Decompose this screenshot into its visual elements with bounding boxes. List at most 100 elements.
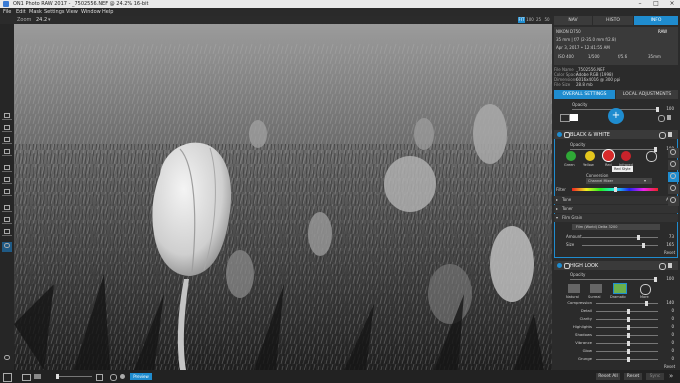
transform-tool-icon[interactable] [2,124,12,134]
lock-icon[interactable] [560,114,570,122]
look-reset-button[interactable]: Reset [664,364,675,369]
slider-knob[interactable] [627,317,630,322]
tab-overall-settings[interactable]: OVERALL SETTINGS [554,90,615,99]
bw-reset-button[interactable]: Reset [664,250,675,255]
look-opacity-slider[interactable] [570,277,657,282]
tone-subsection[interactable]: ▸ Tone Auto [554,196,678,204]
slider-knob[interactable] [644,301,648,306]
more-presets-icon[interactable] [640,284,651,295]
film-type-dropdown[interactable]: Film (World) Delta 3200 [572,224,660,230]
slider-knob[interactable] [627,325,630,330]
gear-icon[interactable] [2,354,12,364]
filter-hue-slider[interactable] [572,187,658,192]
slider-knob[interactable] [627,309,630,314]
gear-icon[interactable] [110,374,117,381]
reset-all-button[interactable]: Reset All [596,373,620,380]
gear-icon[interactable] [658,115,665,122]
preset-surreal-thumb[interactable] [590,284,602,293]
zoom-fit-button[interactable]: FIT [518,17,525,23]
eye-icon[interactable] [120,374,125,379]
menu-mask[interactable]: Mask [29,9,42,15]
effects-icon[interactable] [668,172,679,182]
zoom-50-button[interactable]: 50 [543,17,551,23]
more-presets-icon[interactable] [646,151,657,162]
masking-brush-icon[interactable] [2,148,12,158]
zoom-slider[interactable] [56,374,92,379]
zoom-25-button[interactable]: 25 [535,17,542,23]
tab-info[interactable]: INFO [634,16,678,25]
develop-icon[interactable] [668,160,679,170]
gear-icon[interactable] [659,132,666,139]
image-canvas[interactable] [14,24,552,370]
visibility-icon[interactable] [557,263,562,268]
tab-histo[interactable]: HISTO [593,16,633,25]
conversion-dropdown[interactable]: Channel Mixer [586,178,652,184]
crop-tool-icon[interactable] [2,112,12,122]
maximize-button[interactable]: □ [648,0,664,8]
add-filter-button[interactable]: + [608,108,624,124]
menu-window[interactable]: Window [81,9,101,15]
red-eye-tool-icon[interactable] [2,228,12,238]
filter-green-swatch[interactable] [566,151,576,161]
slider-knob[interactable] [627,341,630,346]
menu-help[interactable]: Help [102,9,113,15]
close-button[interactable]: × [664,0,680,8]
refine-brush-icon[interactable] [2,164,12,174]
sync-button[interactable]: Sync [646,373,664,380]
filter-yellow-swatch[interactable] [585,151,595,161]
slider-knob[interactable] [627,357,630,362]
look-slider[interactable] [596,309,658,314]
layers-icon[interactable] [668,184,679,194]
zoom-100-button[interactable]: 100 [526,17,534,23]
preset-dramatic-thumb[interactable] [613,283,627,294]
look-slider[interactable] [596,357,658,362]
tab-nav[interactable]: NAV [554,16,592,25]
tab-local-adjustments[interactable]: LOCAL ADJUSTMENTS [616,90,678,99]
filter-infrared-swatch[interactable] [621,151,631,161]
menu-edit[interactable]: Edit [16,9,26,15]
clone-stamp-icon[interactable] [2,216,12,226]
look-slider[interactable] [596,317,658,322]
look-section-header[interactable]: HIGH LOOK [554,261,678,270]
blur-tool-icon[interactable] [2,188,12,198]
toner-subsection[interactable]: ▸ Toner [554,205,678,213]
chisel-tool-icon[interactable] [2,176,12,186]
bw-opacity-slider[interactable] [570,147,657,152]
adjustable-gradient-icon[interactable] [2,136,12,146]
menu-file[interactable]: File [3,9,11,15]
look-slider[interactable] [596,341,658,346]
menu-settings[interactable]: Settings [44,9,65,15]
trash-icon[interactable] [667,115,671,120]
resize-icon[interactable] [668,196,679,206]
preset-natural-thumb[interactable] [568,284,580,293]
trash-icon[interactable] [668,263,672,268]
expand-icon[interactable] [3,373,12,382]
fit-icon[interactable] [96,374,103,381]
panel-toggle-icon[interactable]: » [669,372,677,380]
look-slider[interactable] [596,333,658,338]
menu-view[interactable]: View [66,9,78,15]
look-slider[interactable] [596,301,658,306]
slider-knob[interactable] [627,349,630,354]
visibility-icon[interactable] [557,132,562,137]
preview-button[interactable]: Preview [130,373,152,380]
reset-button[interactable]: Reset [624,373,642,380]
browse-icon[interactable] [668,148,679,158]
compare-icon[interactable] [22,374,31,381]
film-grain-subsection[interactable]: ▾ Film Grain [554,214,678,222]
zoom-value[interactable]: 24.2 [36,17,47,23]
filter-red-swatch[interactable] [602,149,615,162]
chevron-down-icon[interactable]: ▾ [48,17,51,23]
mask-thumbnail[interactable] [570,114,578,121]
split-view-icon[interactable] [34,374,41,379]
minimize-button[interactable]: – [632,0,648,8]
bw-section-header[interactable]: BLACK & WHITE [554,130,678,139]
retouch-brush-icon[interactable] [2,204,12,214]
amount-slider[interactable] [582,235,658,240]
size-slider[interactable] [582,243,658,248]
look-slider[interactable] [596,349,658,354]
zoom-tool-icon[interactable] [2,242,12,252]
look-slider[interactable] [596,325,658,330]
chevron-down-icon[interactable]: ▾ [644,178,646,183]
gear-icon[interactable] [659,263,666,270]
